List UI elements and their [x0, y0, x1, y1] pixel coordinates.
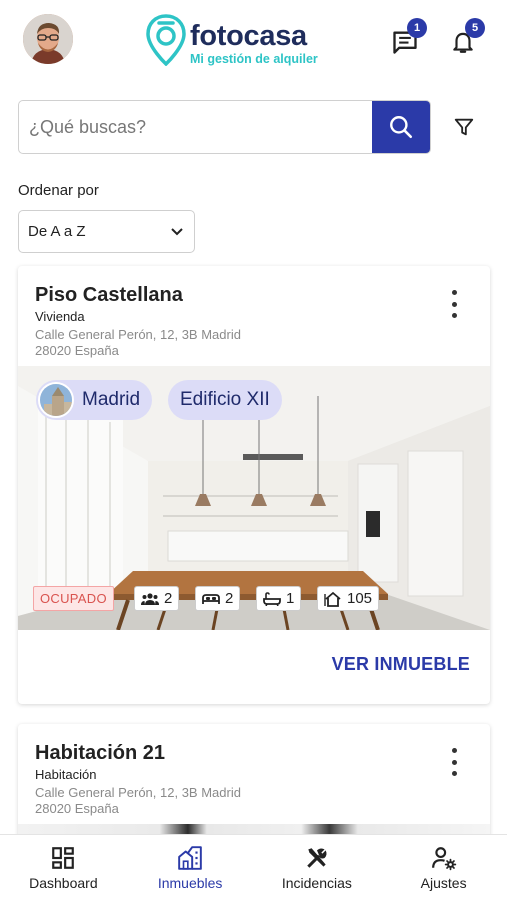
search-input[interactable]: [19, 101, 372, 153]
search-button[interactable]: [372, 101, 430, 153]
logo-tagline: Mi gestión de alquiler: [190, 52, 318, 66]
search-icon: [390, 116, 413, 139]
view-property-button[interactable]: VER INMUEBLE: [332, 654, 470, 675]
property-card[interactable]: Piso Castellana Vivienda Calle General P…: [18, 266, 490, 704]
location-chip-label: Madrid: [82, 389, 141, 410]
bed-icon: [202, 593, 220, 604]
nav-dashboard-label: Dashboard: [29, 875, 98, 891]
address-line-1: Calle General Perón, 12, 3B Madrid: [35, 785, 241, 800]
property-address: Calle General Perón, 12, 3B Madrid 28020…: [35, 785, 241, 817]
property-photo: Madrid Edificio XII OCUPADO 2 2 1 105: [18, 366, 490, 630]
area-icon: [324, 591, 341, 607]
bedrooms-stat: 2: [195, 586, 241, 611]
bottom-navigation: Dashboard Inmuebles Incidencias Ajustes: [0, 834, 507, 900]
nav-incidencias[interactable]: Incidencias: [254, 835, 381, 900]
occupants-value: 2: [164, 590, 173, 607]
filter-icon: [454, 118, 474, 136]
building-chip-label: Edificio XII: [180, 389, 270, 410]
occupants-stat: 2: [134, 586, 180, 611]
notifications-button[interactable]: 5: [443, 18, 485, 62]
user-settings-icon: [431, 847, 456, 871]
nav-incidencias-label: Incidencias: [281, 875, 352, 891]
property-type: Habitación: [35, 767, 97, 782]
sort-label: Ordenar por: [18, 182, 99, 199]
property-title: Habitación 21: [35, 742, 166, 764]
status-badge: OCUPADO: [33, 586, 114, 611]
address-line-2: 28020 España: [35, 343, 119, 358]
user-avatar[interactable]: [23, 14, 73, 64]
sort-dropdown[interactable]: De A a Z: [18, 210, 195, 253]
bathtub-icon: [263, 591, 281, 606]
bathrooms-stat: 1: [256, 586, 302, 611]
area-value: 105: [347, 590, 373, 607]
property-address: Calle General Perón, 12, 3B Madrid 28020…: [35, 327, 241, 359]
location-chip[interactable]: Madrid: [36, 380, 153, 420]
nav-inmuebles-label: Inmuebles: [157, 875, 223, 891]
more-vert-icon: [451, 748, 457, 753]
nav-ajustes[interactable]: Ajustes: [380, 835, 507, 900]
tools-icon: [307, 848, 327, 868]
messages-button[interactable]: 1: [385, 18, 427, 62]
search-bar: [18, 100, 431, 154]
city-thumbnail: [38, 382, 74, 418]
property-card[interactable]: Habitación 21 Habitación Calle General P…: [18, 724, 490, 844]
nav-ajustes-label: Ajustes: [420, 875, 467, 891]
sort-selected-value: De A a Z: [28, 223, 86, 240]
more-vert-icon: [451, 290, 457, 295]
fotocasa-logo: fotocasa Mi gestión de alquiler: [146, 14, 336, 70]
nav-inmuebles[interactable]: Inmuebles: [127, 835, 254, 900]
address-line-2: 28020 España: [35, 801, 119, 816]
people-icon: [141, 592, 159, 605]
bathrooms-value: 1: [286, 590, 295, 607]
notifications-badge: 5: [465, 18, 485, 38]
property-title: Piso Castellana: [35, 284, 183, 306]
logo-wordmark: fotocasa: [190, 20, 307, 52]
more-options-button[interactable]: [442, 748, 466, 776]
filter-button[interactable]: [444, 107, 484, 147]
area-stat: 105: [317, 586, 380, 611]
chevron-down-icon: [171, 227, 183, 235]
bedrooms-value: 2: [225, 590, 234, 607]
building-icon: [178, 846, 202, 870]
messages-badge: 1: [407, 18, 427, 38]
property-type: Vivienda: [35, 309, 85, 324]
building-chip[interactable]: Edificio XII: [168, 380, 282, 420]
address-line-1: Calle General Perón, 12, 3B Madrid: [35, 327, 241, 342]
nav-dashboard[interactable]: Dashboard: [0, 835, 127, 900]
location-pin-icon: [146, 14, 186, 66]
app-header: fotocasa Mi gestión de alquiler 1 5: [0, 0, 507, 80]
more-options-button[interactable]: [442, 290, 466, 318]
dashboard-icon: [52, 847, 75, 869]
